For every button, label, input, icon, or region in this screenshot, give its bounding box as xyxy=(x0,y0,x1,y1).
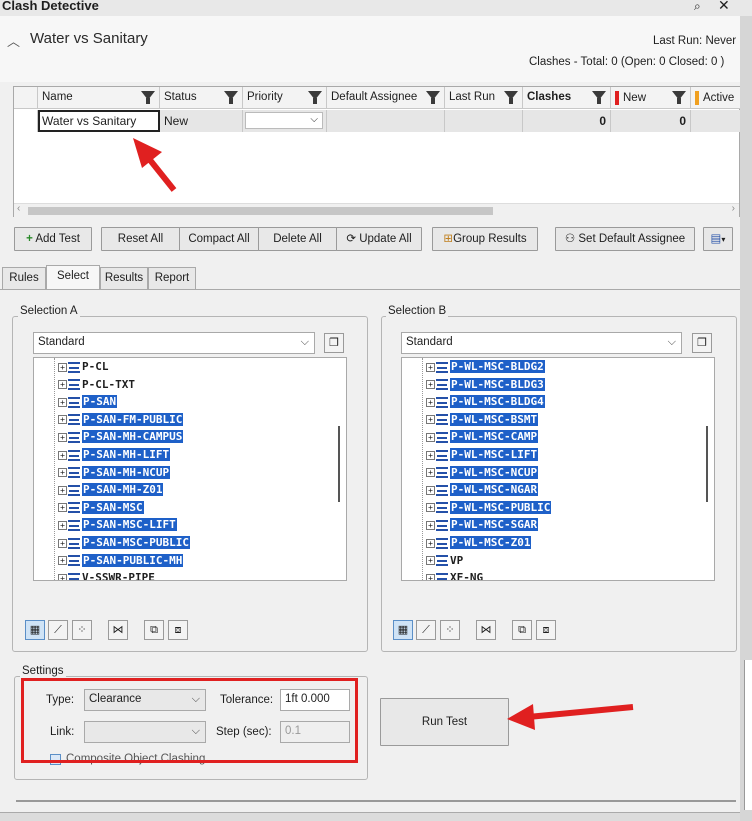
annotation-arrows xyxy=(133,138,634,730)
